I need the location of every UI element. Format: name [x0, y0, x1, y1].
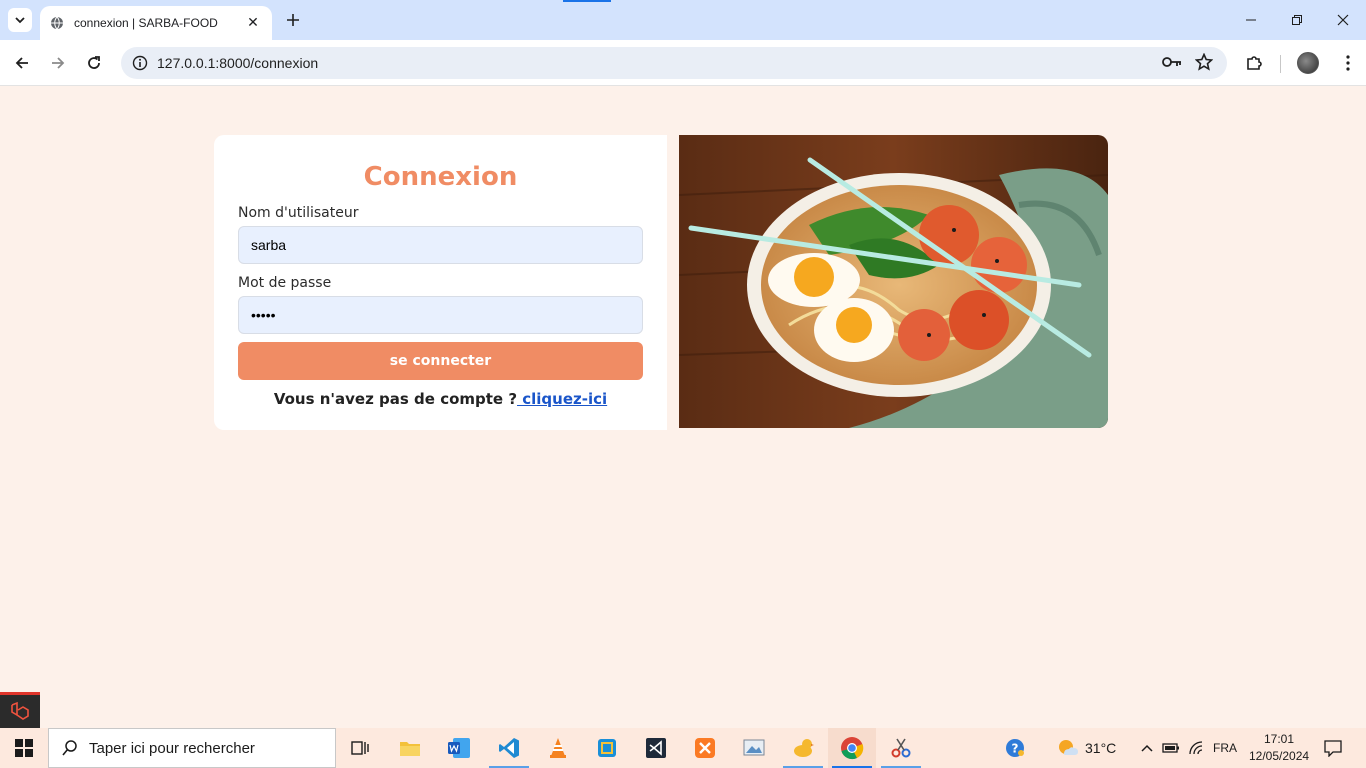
login-card: Connexion Nom d'utilisateur sarba Mot de…	[214, 135, 667, 430]
page-title: Connexion	[363, 162, 518, 192]
register-link[interactable]: cliquez-ici	[517, 390, 607, 408]
back-button[interactable]	[8, 49, 36, 77]
login-button[interactable]: se connecter	[238, 342, 643, 380]
restore-icon	[1292, 15, 1302, 25]
restore-button[interactable]	[1274, 0, 1320, 40]
scissors-icon	[891, 738, 911, 758]
register-prompt: Vous n'avez pas de compte ? cliquez-ici	[238, 390, 643, 408]
register-prompt-text: Vous n'avez pas de compte ?	[273, 390, 518, 408]
weather-sun-icon	[1059, 740, 1078, 755]
start-button[interactable]	[0, 728, 48, 768]
close-window-button[interactable]	[1320, 0, 1366, 40]
xampp-icon	[695, 738, 715, 758]
browser-tab[interactable]: connexion | SARBA-FOOD ✕	[40, 6, 272, 40]
forward-button[interactable]	[44, 49, 72, 77]
laravel-icon	[11, 701, 29, 720]
wifi-icon	[1189, 741, 1203, 755]
taskbar-word[interactable]	[435, 728, 483, 768]
tray-weather[interactable]	[1050, 728, 1086, 768]
task-view-button[interactable]	[336, 728, 384, 768]
windows-icon	[15, 739, 33, 757]
taskbar-xampp[interactable]	[681, 728, 729, 768]
browser-toolbar: 127.0.0.1:8000/connexion	[0, 40, 1366, 86]
close-tab-icon[interactable]: ✕	[244, 14, 262, 32]
virtualbox-icon	[598, 739, 616, 757]
arrow-right-icon	[52, 57, 65, 69]
minimize-icon	[1246, 19, 1256, 21]
search-placeholder: Taper ici pour rechercher	[89, 739, 255, 757]
clock-time[interactable]: 17:01	[1264, 732, 1294, 746]
globe-icon	[50, 16, 64, 30]
url-text: 127.0.0.1:8000/connexion	[157, 55, 319, 71]
notification-center-button[interactable]	[1316, 728, 1350, 768]
password-label: Mot de passe	[238, 275, 332, 291]
reload-button[interactable]	[80, 49, 108, 77]
image-viewer-icon	[743, 739, 765, 756]
folder-icon	[400, 742, 420, 756]
minimize-button[interactable]	[1228, 0, 1274, 40]
more-vert-icon	[1346, 55, 1350, 71]
duck-icon	[794, 739, 814, 757]
search-icon	[62, 740, 77, 756]
extensions-button[interactable]	[1240, 49, 1268, 77]
windows-taskbar: Taper ici pour rechercher ? 31°C FRA 17:…	[0, 728, 1366, 768]
taskbar-visual-studio[interactable]	[632, 728, 680, 768]
bookmark-button[interactable]	[1190, 48, 1218, 76]
profile-button[interactable]	[1294, 49, 1322, 77]
taskbar-search-input[interactable]: Taper ici pour rechercher	[48, 728, 336, 768]
username-input[interactable]: sarba	[238, 226, 643, 264]
browser-menu-button[interactable]	[1334, 49, 1362, 77]
chevron-down-icon	[15, 17, 25, 24]
svg-text:?: ?	[1012, 742, 1019, 756]
taskbar-chrome[interactable]	[828, 728, 876, 768]
tray-show-hidden[interactable]	[1136, 728, 1158, 768]
arrow-left-icon	[15, 57, 28, 69]
clock-date[interactable]: 12/05/2024	[1249, 749, 1309, 763]
task-view-icon	[351, 741, 369, 755]
tray-wifi[interactable]	[1186, 728, 1208, 768]
vscode-icon	[499, 738, 519, 758]
username-label: Nom d'utilisateur	[238, 205, 359, 221]
battery-icon	[1162, 743, 1179, 753]
key-icon	[1162, 57, 1181, 67]
address-bar[interactable]: 127.0.0.1:8000/connexion	[121, 47, 1227, 79]
taskbar-virtualbox[interactable]	[583, 728, 631, 768]
plus-icon	[287, 14, 299, 26]
help-icon: ?	[1006, 739, 1024, 757]
word-icon	[448, 738, 470, 758]
close-icon	[1337, 14, 1349, 26]
tab-title: connexion | SARBA-FOOD	[74, 16, 218, 30]
tray-help[interactable]: ?	[995, 728, 1035, 768]
puzzle-icon	[1247, 56, 1262, 70]
browser-tabbar: connexion | SARBA-FOOD ✕	[0, 0, 1366, 40]
avatar	[1297, 52, 1319, 74]
chevron-up-icon	[1141, 744, 1153, 752]
taskbar-snipping-tool[interactable]	[877, 728, 925, 768]
password-input[interactable]: •••••	[238, 296, 643, 334]
taskbar-vscode[interactable]	[485, 728, 533, 768]
laravel-debugbar-button[interactable]	[0, 692, 40, 728]
tab-search-button[interactable]	[8, 8, 32, 32]
toolbar-separator	[1280, 55, 1281, 73]
weather-temperature: 31°C	[1085, 740, 1117, 756]
tray-battery[interactable]	[1160, 728, 1182, 768]
visual-studio-icon	[646, 738, 666, 758]
tab-indicator	[563, 0, 611, 2]
notification-icon	[1324, 740, 1342, 757]
taskbar-file-explorer[interactable]	[386, 728, 434, 768]
site-info-icon[interactable]	[123, 55, 157, 71]
new-tab-button[interactable]	[282, 8, 304, 32]
password-key-button[interactable]	[1158, 48, 1186, 76]
language-indicator[interactable]: FRA	[1213, 741, 1237, 755]
chrome-icon	[841, 737, 864, 760]
star-icon	[1195, 53, 1213, 71]
reload-icon	[88, 56, 100, 69]
food-image	[679, 135, 1108, 428]
vlc-icon	[550, 738, 566, 758]
taskbar-vlc[interactable]	[534, 728, 582, 768]
taskbar-image-viewer[interactable]	[730, 728, 778, 768]
taskbar-app-duck[interactable]	[779, 728, 827, 768]
